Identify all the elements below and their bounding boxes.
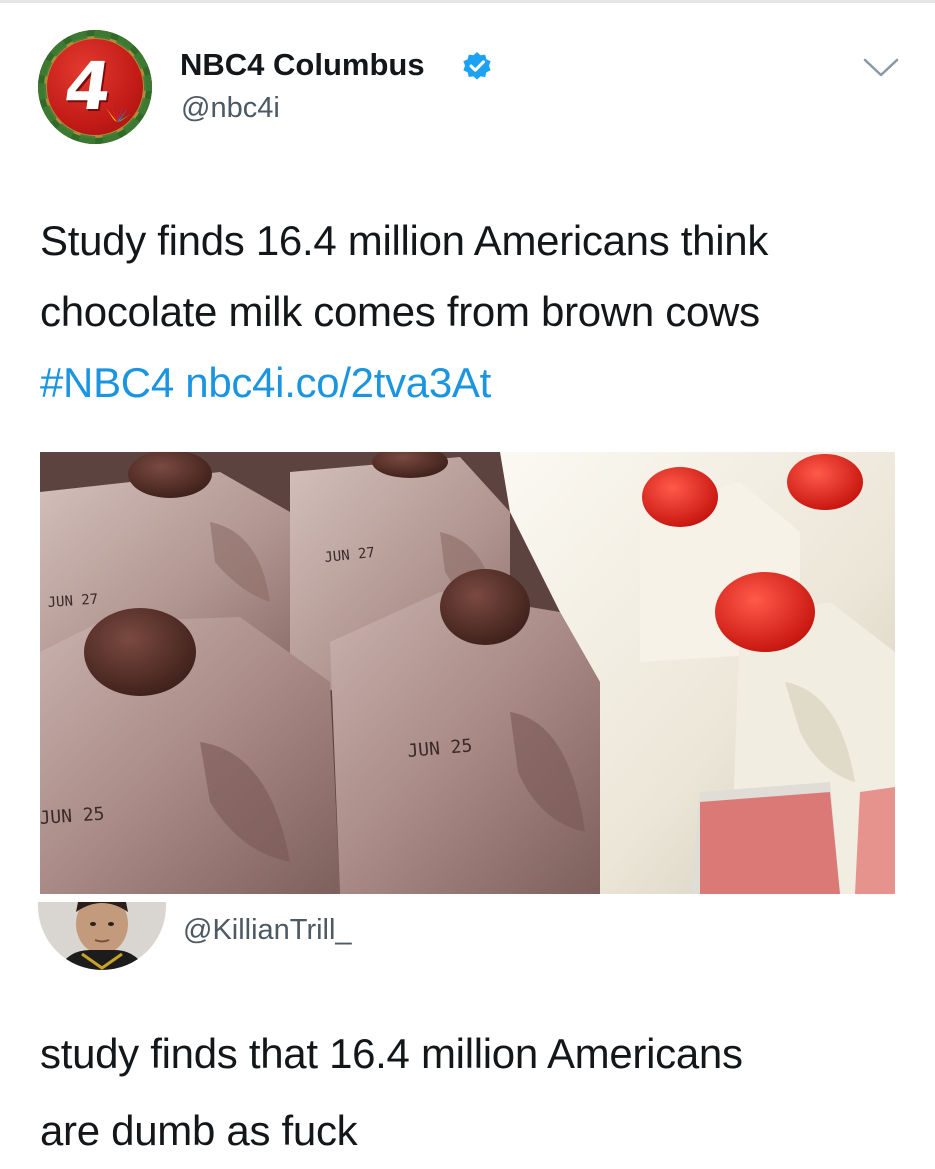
- nbc4-avatar[interactable]: 4: [38, 30, 152, 144]
- verified-badge-icon: [463, 52, 491, 80]
- milk-jugs-image: JUN 27 JUN 27 JUN 25 JUN 25: [40, 452, 895, 894]
- chevron-down-icon[interactable]: [862, 57, 900, 79]
- tweet-text-line: Study finds 16.4 million Americans think: [40, 217, 769, 264]
- peacock-icon: [106, 103, 131, 122]
- reply-text-line: are dumb as fuck: [40, 1107, 358, 1154]
- article-link[interactable]: nbc4i.co/2tva3At: [185, 359, 491, 406]
- top-divider: [0, 0, 935, 3]
- tweet-text: Study finds 16.4 million Americans think…: [40, 205, 910, 418]
- reply-handle[interactable]: @KillianTrill_: [183, 913, 352, 947]
- tweet-text-line: chocolate milk comes from brown cows: [40, 288, 760, 335]
- author-display-name[interactable]: NBC4 Columbus: [180, 47, 425, 83]
- tweet-photo[interactable]: JUN 27 JUN 27 JUN 25 JUN 25: [40, 452, 895, 894]
- user-avatar-icon: [38, 902, 166, 970]
- hashtag-link[interactable]: #NBC4: [40, 359, 174, 406]
- tweet-links-line: #NBC4 nbc4i.co/2tva3At: [40, 347, 910, 418]
- author-handle[interactable]: @nbc4i: [181, 91, 280, 125]
- reply-text-line: study finds that 16.4 million Americans: [40, 1030, 743, 1077]
- reply-text: study finds that 16.4 million Americans …: [40, 1015, 910, 1169]
- reply-avatar[interactable]: [38, 902, 166, 970]
